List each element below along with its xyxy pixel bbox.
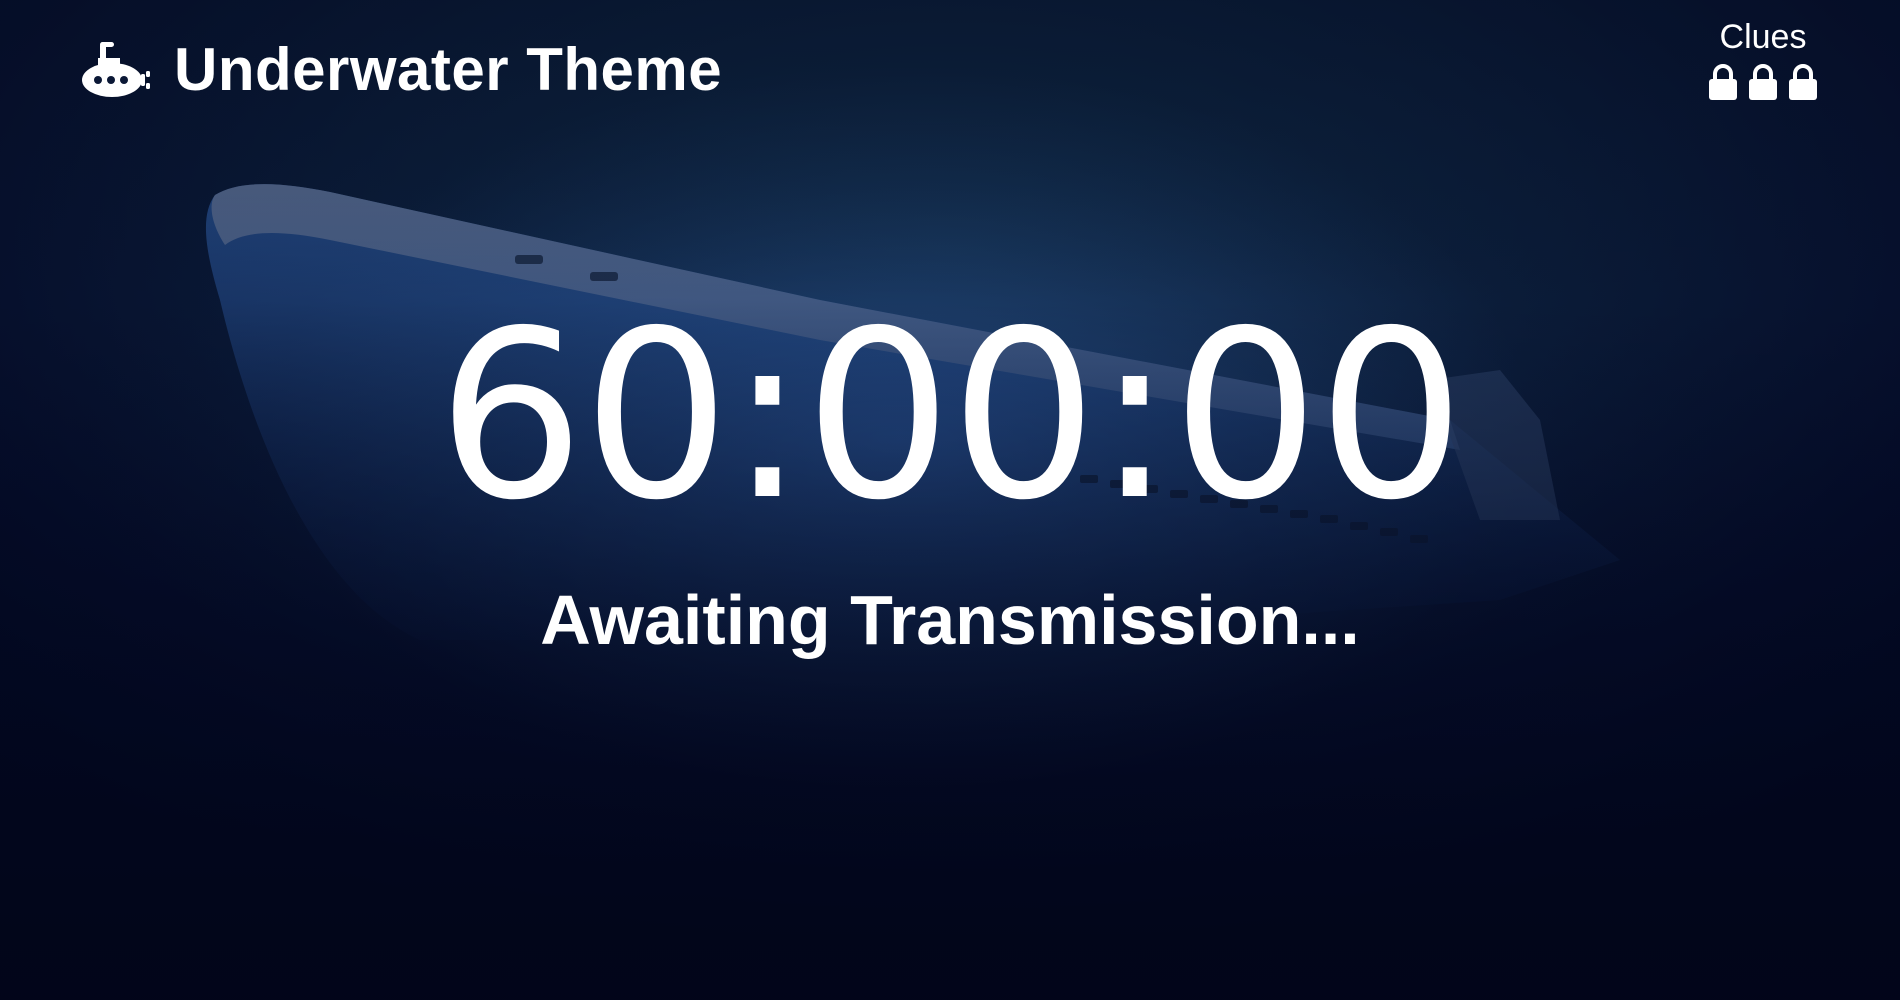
lock-icon <box>1709 64 1737 100</box>
page-title: Underwater Theme <box>174 36 723 103</box>
status-message: Awaiting Transmission... <box>540 581 1360 659</box>
game-screen: Underwater Theme Clues 60:00:00 Awaiting… <box>0 0 1900 1000</box>
clues-label: Clues <box>1719 18 1807 56</box>
lock-icon <box>1749 64 1777 100</box>
brand: Underwater Theme <box>80 38 722 102</box>
countdown-timer: 60:00:00 <box>437 281 1465 551</box>
lock-icon <box>1789 64 1817 100</box>
clue-locks <box>1706 62 1820 102</box>
submarine-icon <box>82 42 150 97</box>
clues-panel: Clues <box>1706 20 1820 102</box>
